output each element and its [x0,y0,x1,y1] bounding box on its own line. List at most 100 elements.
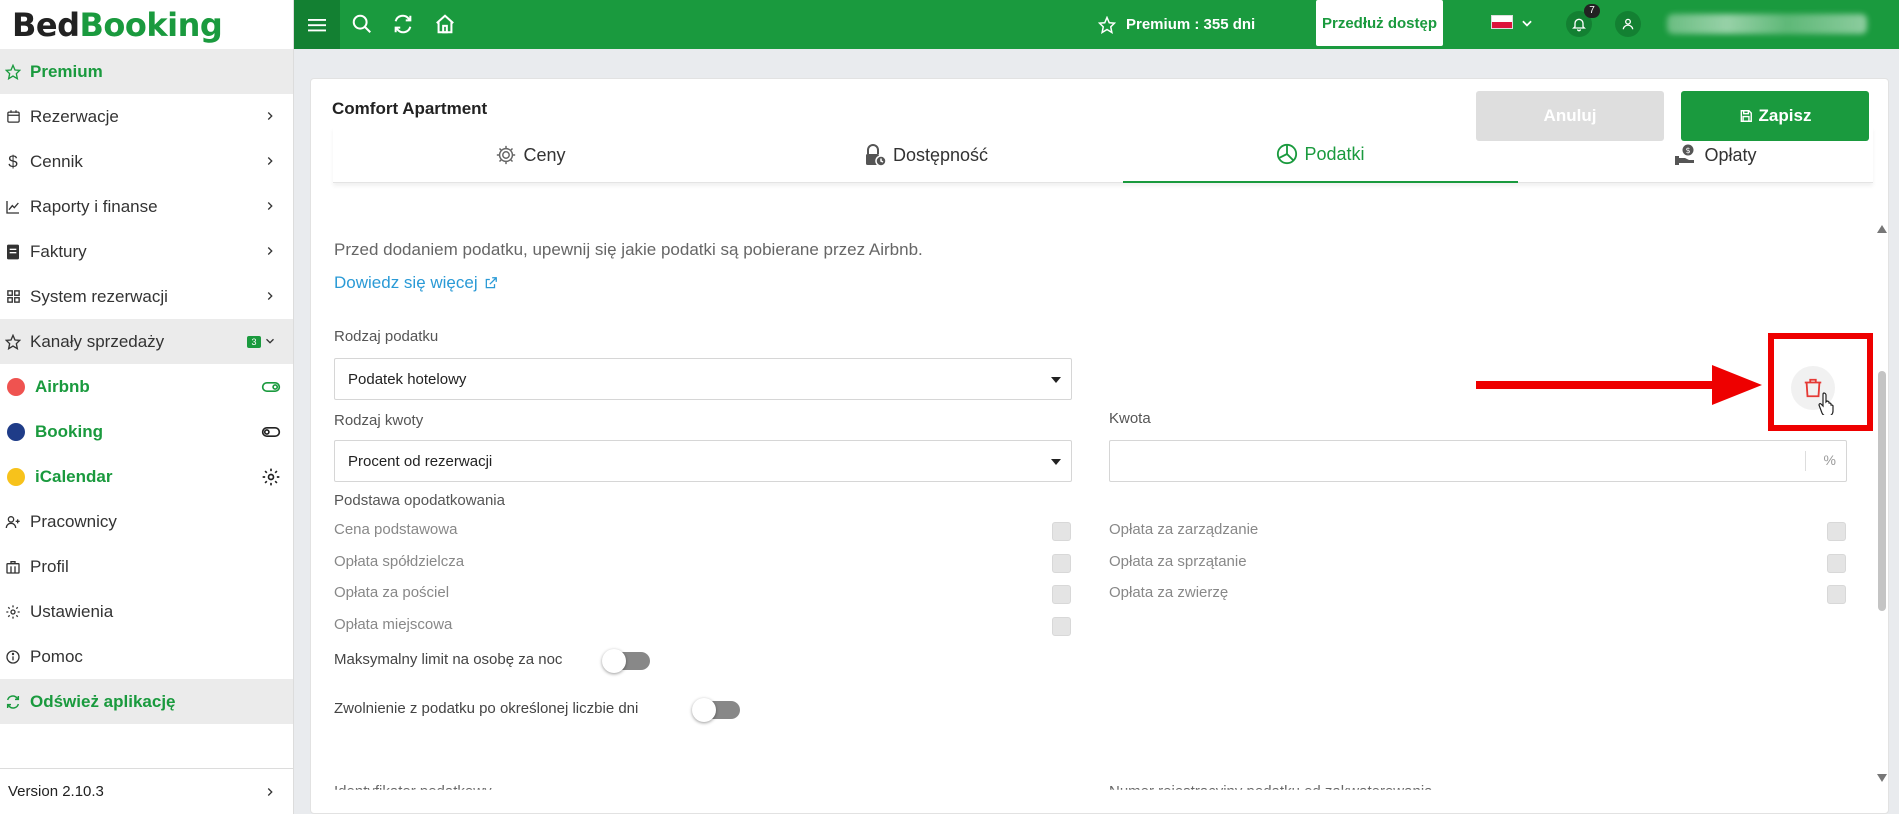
sidebar-item-pricing[interactable]: $ Cennik [0,139,293,184]
briefcase-icon [4,558,22,576]
blurred-user-name[interactable] [1667,14,1867,34]
basis-pet-fee-checkbox[interactable] [1827,585,1846,604]
amount-type-label: Rodzaj kwoty [334,412,424,429]
hamburger-icon [308,18,326,31]
chevron-right-icon [267,157,273,165]
gear-icon[interactable] [261,467,281,487]
channel-booking[interactable]: Booking [0,409,293,454]
app-logo[interactable]: Bed Booking [0,0,293,49]
grid-icon [4,288,22,306]
basis-local-fee-checkbox[interactable] [1052,617,1071,636]
chevron-down-icon [266,338,274,344]
caret-down-icon [1051,377,1061,383]
sidebar-item-staff[interactable]: Pracownicy [0,499,293,544]
star-outline-icon [4,333,22,351]
chevron-down-icon[interactable] [1520,16,1534,30]
scroll-up-icon[interactable] [1877,225,1887,233]
scroll-thumb[interactable] [1878,371,1886,611]
chevron-right-icon [267,292,273,300]
version-label: Version 2.10.3 [8,783,104,800]
caret-down-icon [1051,459,1061,465]
amount-type-select[interactable]: Procent od rezerwacji [334,440,1072,482]
basis-base-price-label: Cena podstawowa [334,521,458,538]
exemption-label: Zwolnienie z podatku po określonej liczb… [334,700,639,717]
user-avatar[interactable] [1615,11,1641,37]
toggle-off-icon[interactable] [261,422,281,442]
bottom-right-label: Numer rejestracyjny podatku od zakwatero… [1109,783,1433,800]
info-text: Przed dodaniem podatku, upewnij się jaki… [334,240,923,259]
basis-base-price-checkbox[interactable] [1052,522,1071,541]
version-footer[interactable]: Version 2.10.3 [0,768,293,814]
sidebar-item-premium[interactable]: Premium [0,49,293,94]
basis-bedding-fee-label: Opłata za pościel [334,584,450,601]
sidebar-item-help[interactable]: Pomoc [0,634,293,679]
amount-label: Kwota [1109,410,1151,427]
chart-line-icon [4,198,22,216]
gear-icon [4,603,22,621]
content-scrollbar[interactable] [1876,221,1888,786]
basis-cleaning-fee-label: Opłata za sprzątanie [1109,553,1247,570]
calendar-icon [4,108,22,126]
tax-type-label: Rodzaj podatku [334,328,439,345]
chevron-right-icon [267,202,273,210]
sidebar-item-invoices[interactable]: Faktury [0,229,293,274]
info-icon [4,648,22,666]
taxes-form: Przed dodaniem podatku, upewnij się jaki… [310,78,1889,814]
bottom-left-label: Identyfikator podatkowy [334,783,492,800]
basis-bedding-fee-checkbox[interactable] [1052,585,1071,604]
basis-cooperative-fee-checkbox[interactable] [1052,554,1071,573]
annotation-arrow-head [1712,365,1762,405]
refresh-icon [4,693,22,711]
dollar-icon: $ [8,151,18,171]
annotation-arrow [1476,381,1738,389]
bell-icon [1572,18,1586,32]
basis-management-fee-label: Opłata za zarządzanie [1109,521,1259,538]
search-icon[interactable] [351,13,373,35]
percent-unit: % [1823,452,1836,468]
premium-status: Premium : 355 dni [1098,0,1255,49]
sidebar-item-sales-channels[interactable]: Kanały sprzedaży 3 [0,319,293,364]
sidebar: Bed Booking Premium Rezerwacje $ Cennik R… [0,0,294,814]
airbnb-color-dot [7,377,25,396]
sidebar-item-reports[interactable]: Raporty i finanse [0,184,293,229]
external-link-icon [485,277,497,289]
scroll-down-icon[interactable] [1877,774,1887,782]
extend-access-button[interactable]: Przedłuż dostęp [1316,0,1443,46]
invoice-icon [4,243,22,261]
basis-cleaning-fee-checkbox[interactable] [1827,554,1846,573]
hamburger-menu-button[interactable] [294,0,340,49]
input-separator [1805,451,1806,471]
amount-input[interactable]: % [1109,440,1847,482]
basis-label: Podstawa opodatkowania [334,492,505,509]
star-icon [1098,15,1116,34]
chevron-right-icon [267,112,273,120]
user-icon [1622,18,1634,30]
channel-icalendar[interactable]: iCalendar [0,454,293,499]
basis-management-fee-checkbox[interactable] [1827,522,1846,541]
sidebar-item-profile[interactable]: Profil [0,544,293,589]
booking-color-dot [7,422,25,441]
channel-airbnb[interactable]: Airbnb [0,364,293,409]
home-icon[interactable] [434,13,456,35]
sidebar-item-booking-system[interactable]: System rezerwacji [0,274,293,319]
exemption-toggle[interactable] [692,698,740,722]
refresh-icon[interactable] [392,13,414,35]
toggle-knob [602,649,626,673]
tax-type-select[interactable]: Podatek hotelowy [334,358,1072,400]
basis-pet-fee-label: Opłata za zwierzę [1109,584,1229,601]
chevron-right-icon [267,788,273,796]
top-bar: Premium : 355 dni Przedłuż dostęp 7 [294,0,1899,49]
sidebar-item-reservations[interactable]: Rezerwacje [0,94,293,139]
chevron-right-icon [267,247,273,255]
basis-local-fee-label: Opłata miejscowa [334,616,453,633]
max-limit-toggle[interactable] [602,649,650,673]
sidebar-item-settings[interactable]: Ustawienia [0,589,293,634]
refresh-app-button[interactable]: Odśwież aplikację [0,679,293,724]
user-plus-icon [4,513,22,531]
notification-count-badge: 7 [1584,4,1600,18]
polish-flag-icon[interactable] [1491,15,1513,29]
icalendar-color-dot [7,467,25,486]
star-icon [4,63,22,81]
toggle-on-icon[interactable] [261,377,281,397]
learn-more-link[interactable]: Dowiedz się więcej [334,273,498,293]
